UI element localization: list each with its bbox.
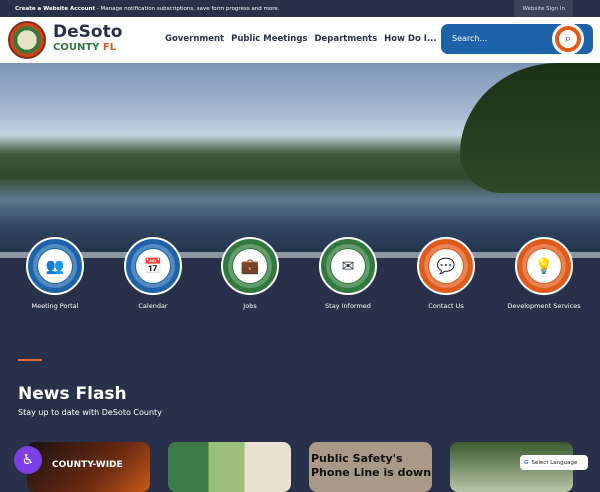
- header: DeSoto COUNTY FL Government Public Meeti…: [0, 17, 600, 63]
- accessibility-icon: ♿: [21, 452, 35, 468]
- search-icon: ⌕: [559, 30, 577, 48]
- select-language-dropdown[interactable]: G Select Language: [520, 455, 588, 470]
- nav-how-do-i[interactable]: How Do I...: [384, 34, 436, 44]
- quick-link-stay-informed[interactable]: ✉ Stay Informed: [300, 237, 396, 310]
- quick-link-icon: 📅: [136, 249, 170, 283]
- account-message: - Manage notification subscriptions, sav…: [95, 5, 280, 12]
- section-accent-bar: [18, 359, 42, 361]
- google-icon: G: [524, 459, 529, 466]
- hero-image: [0, 63, 600, 252]
- news-flash-title: News Flash: [18, 384, 127, 404]
- nav-departments[interactable]: Departments: [314, 34, 377, 44]
- quick-link-label: Calendar: [138, 302, 168, 310]
- quick-link-calendar[interactable]: 📅 Calendar: [105, 237, 201, 310]
- quick-link-circle: 👥: [26, 237, 84, 295]
- nav-public-meetings[interactable]: Public Meetings: [231, 34, 307, 44]
- news-card[interactable]: [168, 442, 291, 492]
- top-bar: Create a Website Account - Manage notifi…: [0, 0, 600, 17]
- news-card[interactable]: COUNTY-WIDE: [27, 442, 150, 492]
- news-flash-subtitle: Stay up to date with DeSoto County: [18, 408, 162, 417]
- quick-link-icon: 💡: [527, 249, 561, 283]
- news-card[interactable]: Public Safety's Phone Line is down: [309, 442, 432, 492]
- search-button[interactable]: ⌕: [552, 23, 584, 55]
- search-input[interactable]: Search... ⌕: [441, 23, 593, 55]
- quick-link-icon: ✉: [331, 249, 365, 283]
- quick-link-icon: 💬: [429, 249, 463, 283]
- brand-county: COUNTY FL: [53, 42, 117, 53]
- nav-government[interactable]: Government: [165, 34, 224, 44]
- create-account-link[interactable]: Create a Website Account: [15, 6, 95, 12]
- quick-link-label: Contact Us: [428, 302, 464, 310]
- quick-link-label: Development Services: [507, 302, 581, 310]
- quick-link-label: Jobs: [243, 302, 257, 310]
- quick-link-circle: 📅: [124, 237, 182, 295]
- quick-link-contact-us[interactable]: 💬 Contact Us: [398, 237, 494, 310]
- quick-link-label: Stay Informed: [325, 302, 371, 310]
- quick-link-development-services[interactable]: 💡 Development Services: [496, 237, 592, 310]
- quick-link-circle: 💬: [417, 237, 475, 295]
- quick-link-icon: 👥: [38, 249, 72, 283]
- quick-link-icon: 💼: [233, 249, 267, 283]
- quick-link-circle: ✉: [319, 237, 377, 295]
- quick-link-jobs[interactable]: 💼 Jobs: [202, 237, 298, 310]
- accessibility-button[interactable]: ♿: [14, 446, 42, 474]
- quick-link-label: Meeting Portal: [31, 302, 79, 310]
- quick-link-circle: 💼: [221, 237, 279, 295]
- hero-trees: [460, 63, 600, 193]
- main-nav: Government Public Meetings Departments H…: [165, 34, 437, 44]
- quick-link-circle: 💡: [515, 237, 573, 295]
- county-seal-logo[interactable]: [8, 21, 46, 59]
- brand-name[interactable]: DeSoto: [53, 22, 122, 42]
- search-placeholder: Search...: [452, 34, 488, 43]
- website-sign-in-button[interactable]: Website Sign In: [514, 0, 573, 17]
- quick-link-meeting-portal[interactable]: 👥 Meeting Portal: [7, 237, 103, 310]
